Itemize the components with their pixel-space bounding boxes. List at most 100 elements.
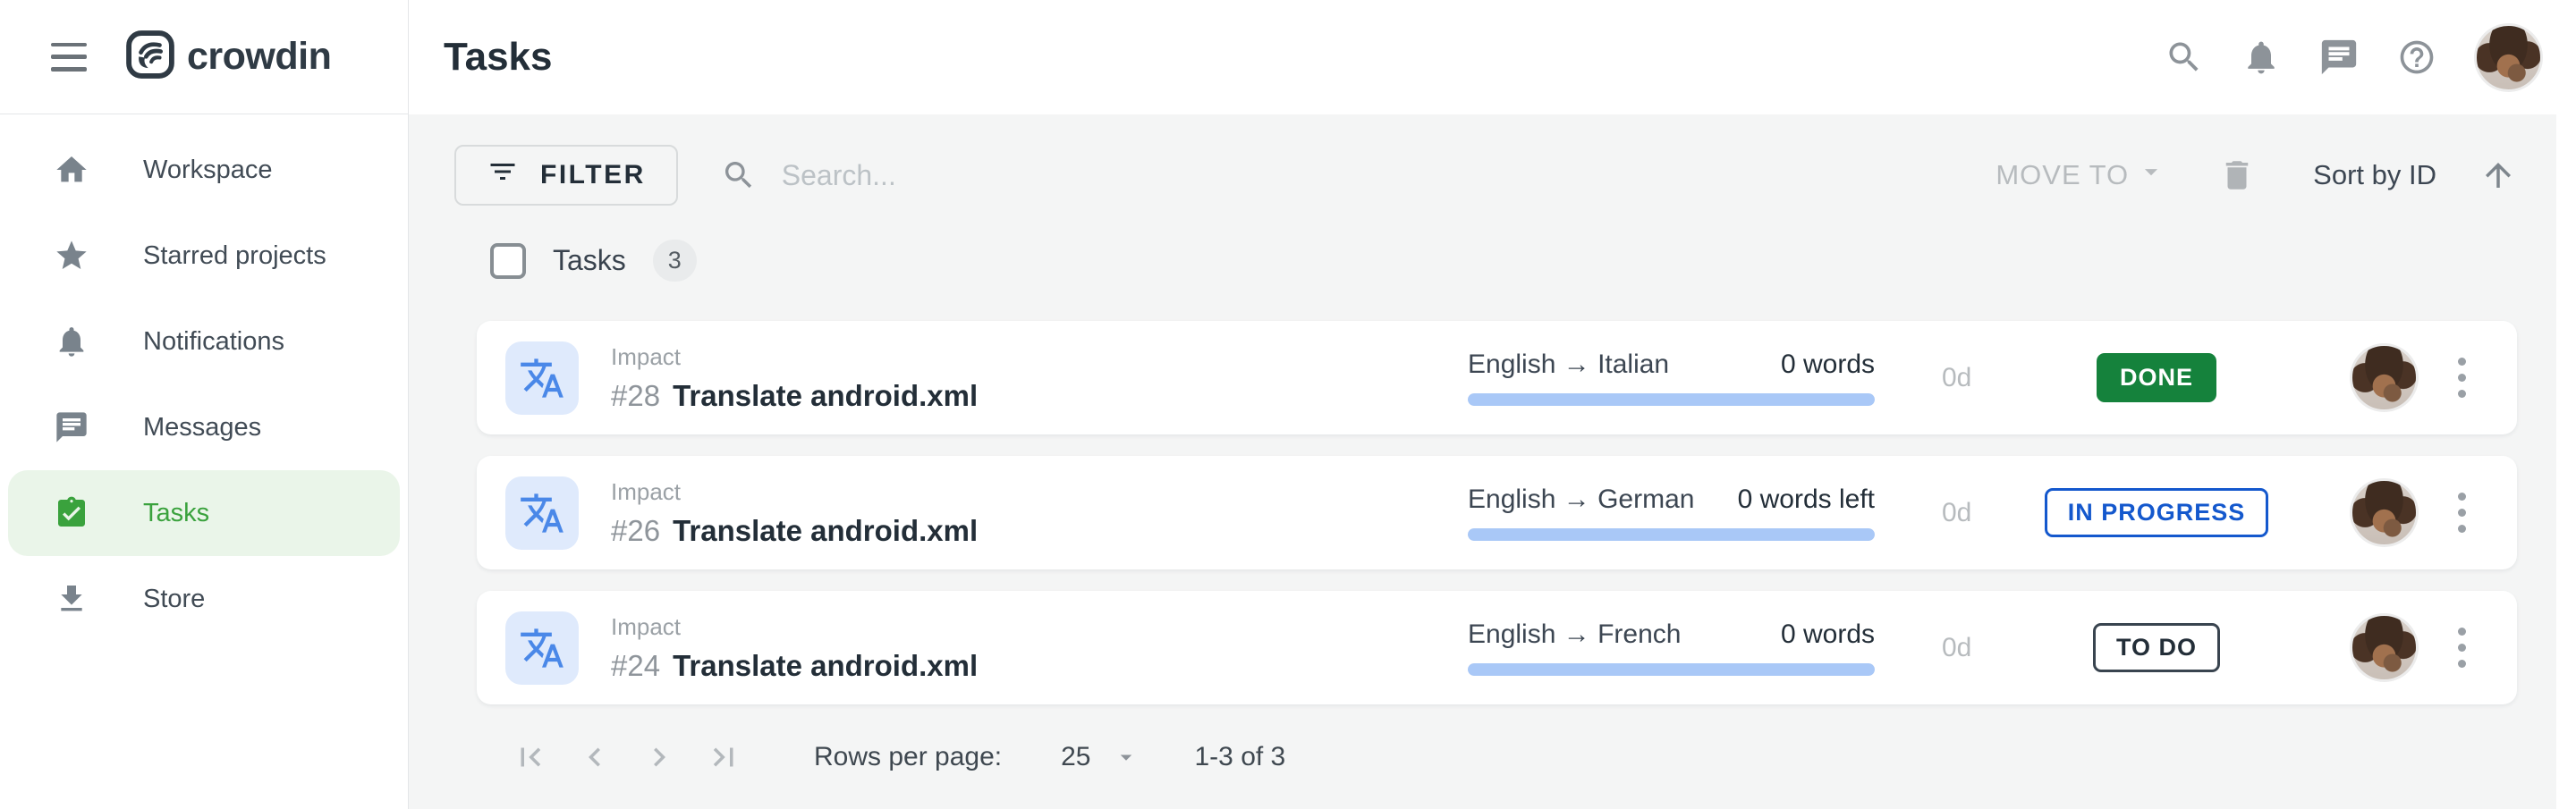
chevron-down-icon	[2136, 156, 2166, 194]
notifications-bell-icon[interactable]	[2241, 38, 2281, 77]
sort-direction-arrow-up-icon[interactable]	[2479, 156, 2517, 194]
task-progress: English → French 0 words	[1468, 619, 1875, 676]
translate-task-icon	[505, 341, 579, 415]
download-icon	[54, 581, 89, 617]
task-id: #24	[611, 649, 660, 682]
task-status: DONE	[2013, 353, 2300, 402]
task-status-badge: TO DO	[2093, 623, 2220, 672]
task-titles: Impact #26Translate android.xml	[611, 478, 1468, 548]
select-all-checkbox[interactable]	[490, 243, 526, 279]
assignee	[2350, 478, 2419, 547]
task-name-line: #28 Translate android.xml	[611, 379, 1468, 413]
task-id: #28	[611, 379, 660, 412]
task-status: TO DO	[2013, 623, 2300, 672]
words-count: 0 words left	[1738, 485, 1875, 515]
assignee-avatar[interactable]	[2350, 613, 2419, 682]
words-count: 0 words	[1781, 350, 1875, 380]
messages-chat-icon[interactable]	[2318, 37, 2360, 78]
user-avatar[interactable]	[2474, 23, 2543, 92]
filter-button-label: FILTER	[540, 160, 646, 190]
first-page-icon[interactable]	[512, 738, 549, 776]
brand-name: crowdin	[187, 35, 331, 79]
task-name-line: #24 Translate android.xml	[611, 649, 1468, 683]
sidebar-item-tasks[interactable]: Tasks	[8, 470, 400, 556]
rows-per-page-select[interactable]: 25	[1055, 741, 1144, 773]
task-row[interactable]: Impact #28Translate android.xml English …	[477, 321, 2517, 434]
search-icon	[721, 157, 757, 193]
language-pair: English → Italian	[1468, 350, 1669, 380]
task-duration: 0d	[1942, 633, 2013, 663]
task-row[interactable]: Impact #26Translate android.xml English …	[477, 456, 2517, 569]
help-icon[interactable]	[2397, 38, 2436, 77]
sidebar: Workspace Starred projects Notifications…	[0, 114, 409, 809]
sidebar-item-store[interactable]: Store	[8, 556, 400, 642]
translate-task-icon	[505, 611, 579, 685]
previous-page-icon[interactable]	[576, 738, 614, 776]
rows-per-page-value: 25	[1061, 742, 1090, 772]
top-bar: Tasks	[409, 0, 2576, 114]
task-row[interactable]: Impact #24 Translate android.xml English …	[477, 591, 2517, 704]
language-row: English → French 0 words	[1468, 619, 1875, 650]
translate-task-icon	[505, 476, 579, 550]
sidebar-item-starred-projects[interactable]: Starred projects	[8, 213, 400, 299]
delete-trash-icon[interactable]	[2218, 156, 2256, 194]
task-count-badge: 3	[653, 240, 697, 282]
task-more-kebab-icon[interactable]	[2442, 619, 2481, 677]
pagination-range: 1-3 of 3	[1195, 742, 1286, 772]
search-box	[721, 157, 1165, 193]
list-title: Tasks	[553, 244, 626, 277]
language-row: English → German 0 words left	[1468, 485, 1875, 515]
next-page-icon[interactable]	[640, 738, 678, 776]
task-title[interactable]: Translate android.xml	[673, 649, 978, 682]
task-title[interactable]: Translate android.xml	[673, 379, 978, 412]
task-project: Impact	[611, 613, 1468, 641]
assignee-avatar[interactable]	[2350, 478, 2419, 547]
sidebar-item-workspace[interactable]: Workspace	[8, 127, 400, 213]
progress-bar-track	[1468, 393, 1875, 406]
pagination: Rows per page: 25 1-3 of 3	[477, 726, 2517, 788]
task-more-kebab-icon[interactable]	[2442, 485, 2481, 542]
assignee	[2350, 343, 2419, 412]
tasks-icon	[54, 495, 89, 531]
task-titles: Impact #24 Translate android.xml	[611, 613, 1468, 683]
chevron-down-icon	[1113, 744, 1140, 771]
hamburger-menu-icon[interactable]	[51, 43, 87, 72]
task-status-badge: IN PROGRESS	[2045, 488, 2269, 537]
page-title: Tasks	[444, 35, 553, 80]
crowdin-logo[interactable]: crowdin	[125, 29, 331, 84]
task-titles: Impact #28Translate android.xml	[611, 343, 1468, 413]
task-id: #26	[611, 514, 660, 547]
task-progress-fill	[1468, 393, 1875, 406]
toolbar: FILTER MOVE TO Sort by	[477, 145, 2517, 206]
topbar-actions	[2165, 23, 2543, 92]
language-row: English → Italian 0 words	[1468, 350, 1875, 380]
sidebar-item-label: Store	[143, 585, 205, 614]
sidebar-item-label: Workspace	[143, 156, 273, 185]
task-name-line: #26 Translate android.xml	[611, 514, 1468, 548]
task-progress-fill	[1468, 528, 1875, 541]
move-to-button[interactable]: MOVE TO	[1990, 156, 2172, 195]
search-input[interactable]	[780, 158, 1165, 193]
sidebar-item-label: Starred projects	[143, 241, 326, 271]
main-content: FILTER MOVE TO Sort by	[409, 114, 2576, 809]
home-icon	[54, 152, 89, 188]
search-icon[interactable]	[2165, 38, 2204, 77]
scrollbar-track[interactable]	[2556, 114, 2576, 809]
assignee	[2350, 613, 2419, 682]
language-pair: English → German	[1468, 485, 1694, 515]
filter-button[interactable]: FILTER	[454, 145, 678, 206]
sidebar-item-label: Tasks	[143, 499, 209, 528]
last-page-icon[interactable]	[705, 738, 742, 776]
task-progress: English → German 0 words left	[1468, 485, 1875, 541]
sidebar-item-messages[interactable]: Messages	[8, 384, 400, 470]
task-progress-fill	[1468, 663, 1875, 676]
star-icon	[54, 238, 89, 274]
app-window: crowdin Tasks Workspace	[0, 0, 2576, 809]
sort-by-button[interactable]: Sort by ID	[2308, 158, 2442, 192]
sidebar-item-notifications[interactable]: Notifications	[8, 299, 400, 384]
sidebar-item-label: Messages	[143, 413, 261, 442]
task-more-kebab-icon[interactable]	[2442, 350, 2481, 407]
assignee-avatar[interactable]	[2350, 343, 2419, 412]
task-duration: 0d	[1942, 498, 2013, 528]
task-title[interactable]: Translate android.xml	[673, 514, 978, 547]
